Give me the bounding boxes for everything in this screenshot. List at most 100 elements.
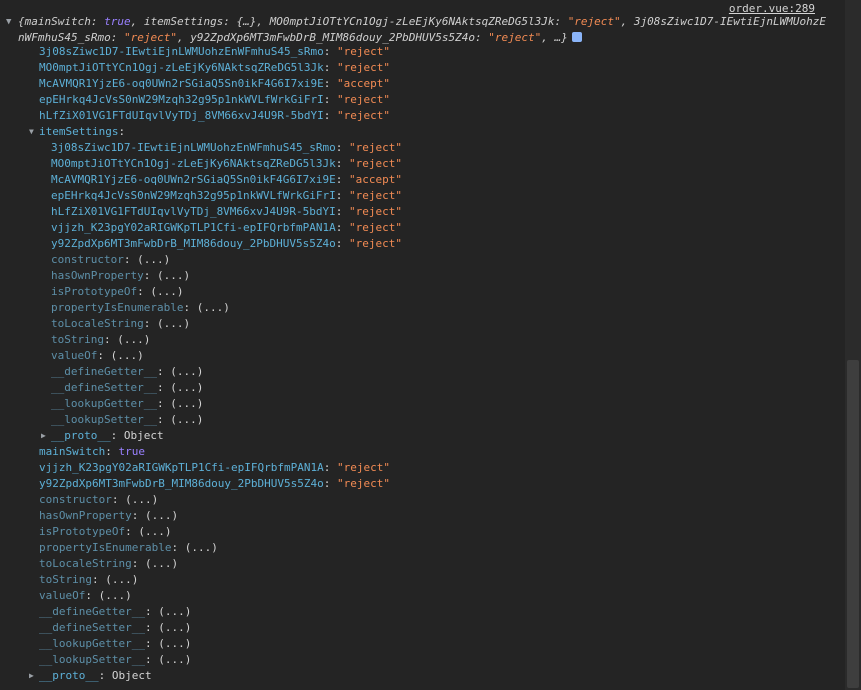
property-row[interactable]: __lookupGetter__: (...) — [39, 636, 191, 652]
property-row[interactable]: __defineGetter__: (...) — [51, 364, 203, 380]
property-value[interactable]: (...) — [157, 317, 190, 330]
key-separator: : — [335, 189, 350, 202]
property-value[interactable]: (...) — [170, 365, 203, 378]
property-key: constructor — [51, 253, 124, 266]
key-separator: : — [118, 125, 126, 138]
property-value[interactable]: (...) — [185, 541, 218, 554]
property-row[interactable]: __lookupGetter__: (...) — [51, 396, 203, 412]
property-row[interactable]: __defineGetter__: (...) — [39, 604, 191, 620]
summary-part: "reject" — [567, 15, 621, 28]
object-summary[interactable]: ▼ {mainSwitch: true, itemSettings: {…}, … — [6, 14, 828, 46]
property-row: McAVMQR1YjzE6-oq0UWn2rSGiaQ5Sn0ikF4G6I7x… — [51, 172, 402, 188]
summary-part: true — [104, 15, 131, 28]
property-row[interactable]: ▶ __proto__: Object — [41, 428, 164, 444]
property-key: propertyIsEnumerable — [51, 301, 184, 314]
property-row[interactable]: hasOwnProperty: (...) — [51, 268, 190, 284]
property-row[interactable]: propertyIsEnumerable: (...) — [39, 540, 218, 556]
property-row: hLfZiX01VG1FTdUIqvlVyTDj_8VM66xvJ4U9R-5b… — [51, 204, 402, 220]
key-separator: : — [103, 333, 118, 346]
property-row[interactable]: toString: (...) — [39, 572, 138, 588]
property-row[interactable]: isPrototypeOf: (...) — [51, 284, 183, 300]
property-key: McAVMQR1YjzE6-oq0UWn2rSGiaQ5Sn0ikF4G6I7x… — [39, 77, 324, 90]
property-value[interactable]: (...) — [170, 397, 203, 410]
key-separator: : — [183, 301, 197, 314]
property-row[interactable]: toString: (...) — [51, 332, 150, 348]
property-value[interactable]: (...) — [150, 285, 183, 298]
property-row[interactable]: __lookupSetter__: (...) — [51, 412, 203, 428]
scrollbar-thumb[interactable] — [847, 360, 859, 688]
property-key: isPrototypeOf — [51, 285, 138, 298]
property-row[interactable]: toLocaleString: (...) — [39, 556, 178, 572]
property-value[interactable]: (...) — [158, 653, 191, 666]
key-separator: : — [144, 637, 159, 650]
vertical-scrollbar[interactable] — [845, 0, 861, 690]
property-key: __defineGetter__ — [39, 605, 145, 618]
property-key: mainSwitch — [39, 445, 106, 458]
property-row: epEHrkq4JcVsS0nW29Mzqh32g95p1nkWVLfWrkGi… — [39, 92, 390, 108]
property-value: "reject" — [337, 477, 391, 490]
property-value[interactable]: (...) — [138, 525, 171, 538]
property-key: hLfZiX01VG1FTdUIqvlVyTDj_8VM66xvJ4U9R-5b… — [51, 205, 336, 218]
collapse-arrow-icon[interactable]: ▶ — [41, 428, 46, 444]
property-key: 3j08sZiwc1D7-IEwtiEjnLWMUohzEnWFmhuS45_s… — [51, 141, 336, 154]
collapse-arrow-icon[interactable]: ▶ — [29, 668, 34, 684]
expand-arrow-icon[interactable]: ▼ — [29, 124, 34, 140]
property-row[interactable]: toLocaleString: (...) — [51, 316, 190, 332]
property-key: __lookupGetter__ — [51, 397, 157, 410]
property-row[interactable]: ▼ itemSettings: — [29, 124, 126, 140]
property-value[interactable]: (...) — [111, 349, 144, 362]
property-value[interactable]: (...) — [157, 269, 190, 282]
property-key: __defineSetter__ — [39, 621, 145, 634]
property-key: epEHrkq4JcVsS0nW29Mzqh32g95p1nkWVLfWrkGi… — [51, 189, 336, 202]
key-separator: : — [111, 493, 126, 506]
key-separator: : — [323, 477, 338, 490]
property-value[interactable]: (...) — [117, 333, 150, 346]
property-row[interactable]: __defineSetter__: (...) — [39, 620, 191, 636]
property-key: propertyIsEnumerable — [39, 541, 172, 554]
property-value[interactable]: (...) — [170, 413, 203, 426]
property-row[interactable]: constructor: (...) — [51, 252, 170, 268]
property-row[interactable]: isPrototypeOf: (...) — [39, 524, 171, 540]
property-row[interactable]: valueOf: (...) — [51, 348, 144, 364]
property-key: toString — [51, 333, 104, 346]
expand-arrow-icon[interactable]: ▼ — [6, 14, 11, 30]
key-separator: : — [110, 429, 124, 442]
property-row[interactable]: constructor: (...) — [39, 492, 158, 508]
property-value[interactable]: (...) — [145, 557, 178, 570]
property-value[interactable]: (...) — [197, 301, 230, 314]
info-icon[interactable] — [571, 32, 582, 42]
property-key: isPrototypeOf — [39, 525, 126, 538]
property-value[interactable]: (...) — [170, 381, 203, 394]
property-value[interactable]: (...) — [125, 493, 158, 506]
key-separator: : — [156, 413, 171, 426]
key-separator: : — [144, 653, 159, 666]
summary-part: , y92ZpdXp6MT3mFwbDrB_MIM86douy_2PbDHUV5… — [176, 31, 489, 44]
property-row[interactable]: valueOf: (...) — [39, 588, 132, 604]
property-row: 3j08sZiwc1D7-IEwtiEjnLWMUohzEnWFmhuS45_s… — [39, 44, 390, 60]
property-row: y92ZpdXp6MT3mFwbDrB_MIM86douy_2PbDHUV5s5… — [39, 476, 390, 492]
property-value: "reject" — [349, 205, 403, 218]
property-value: "reject" — [349, 141, 403, 154]
property-row: vjjzh_K23pgY02aRIGWKpTLP1Cfi-epIFQrbfmPA… — [51, 220, 402, 236]
key-separator: : — [105, 445, 119, 458]
property-row[interactable]: hasOwnProperty: (...) — [39, 508, 178, 524]
property-value[interactable]: (...) — [105, 573, 138, 586]
key-separator: : — [335, 141, 350, 154]
property-row[interactable]: __lookupSetter__: (...) — [39, 652, 191, 668]
property-row[interactable]: ▶ __proto__: Object — [29, 668, 152, 684]
property-key: __lookupSetter__ — [39, 653, 145, 666]
property-value[interactable]: (...) — [158, 637, 191, 650]
key-separator: : — [323, 77, 338, 90]
property-value[interactable]: (...) — [99, 589, 132, 602]
property-row: MO0mptJiOTtYCn1Ogj-zLeEjKy6NAktsqZReDG5l… — [39, 60, 390, 76]
property-value[interactable]: (...) — [145, 509, 178, 522]
property-value[interactable]: (...) — [137, 253, 170, 266]
property-row[interactable]: propertyIsEnumerable: (...) — [51, 300, 230, 316]
property-value: "reject" — [349, 157, 403, 170]
property-value[interactable]: (...) — [158, 621, 191, 634]
property-row[interactable]: __defineSetter__: (...) — [51, 380, 203, 396]
property-value: "reject" — [349, 189, 403, 202]
property-value[interactable]: (...) — [158, 605, 191, 618]
property-key: vjjzh_K23pgY02aRIGWKpTLP1Cfi-epIFQrbfmPA… — [51, 221, 336, 234]
property-key: y92ZpdXp6MT3mFwbDrB_MIM86douy_2PbDHUV5s5… — [51, 237, 336, 250]
